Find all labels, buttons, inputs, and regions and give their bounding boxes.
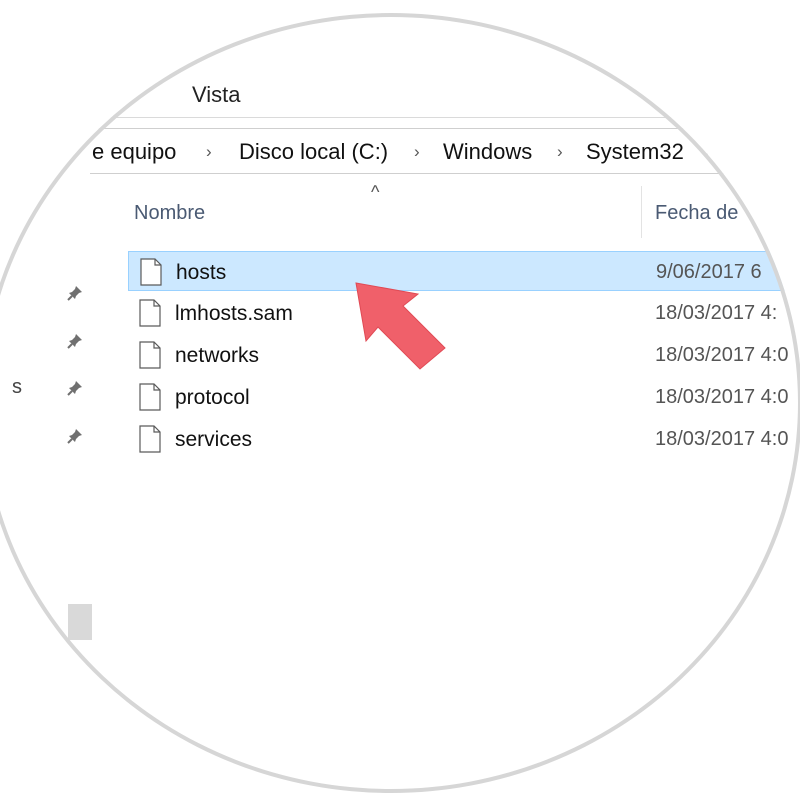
file-date: 18/03/2017 4:0 — [655, 386, 789, 408]
file-name: networks — [175, 344, 260, 367]
file-row-networks[interactable]: networks 18/03/2017 4:0 — [128, 335, 800, 375]
file-date: 18/03/2017 4:0 — [655, 428, 789, 450]
file-row-protocol[interactable]: protocol 18/03/2017 4:0 — [128, 377, 800, 417]
file-date: 9/06/2017 6 — [656, 261, 762, 283]
pin-icon[interactable] — [66, 284, 84, 302]
file-name: services — [175, 428, 253, 451]
file-date: 18/03/2017 4:0 — [655, 344, 789, 366]
file-name: protocol — [175, 386, 250, 409]
file-icon — [139, 383, 161, 411]
file-icon — [140, 258, 162, 286]
column-divider[interactable] — [641, 186, 642, 238]
explorer-window: Vista e equipo › Disco local (C:) › Wind… — [0, 13, 800, 793]
chevron-right-icon[interactable]: › — [557, 142, 563, 162]
file-date: 18/03/2017 4: — [655, 302, 778, 324]
breadcrumb-este-equipo[interactable]: e equipo — [92, 139, 176, 165]
file-row-services[interactable]: services 18/03/2017 4:0 — [128, 419, 800, 459]
column-header-name[interactable]: Nombre — [134, 202, 205, 225]
ribbon-divider — [0, 117, 800, 118]
column-header-date[interactable]: Fecha de — [655, 202, 738, 225]
breadcrumb-windows[interactable]: Windows — [443, 139, 532, 165]
pin-icon[interactable] — [66, 379, 84, 397]
breadcrumb-disco-local[interactable]: Disco local (C:) — [239, 139, 388, 165]
breadcrumb-system32[interactable]: System32 — [586, 139, 684, 165]
pointer-arrow-icon — [355, 282, 446, 370]
chevron-right-icon[interactable]: › — [414, 142, 420, 162]
address-bar-bottom-border — [90, 173, 800, 174]
chevron-right-icon[interactable]: › — [704, 142, 710, 162]
file-icon — [139, 299, 161, 327]
file-row-lmhosts[interactable]: lmhosts.sam 18/03/2017 4: — [128, 293, 800, 333]
address-bar-right-border — [728, 128, 729, 174]
chevron-right-icon[interactable]: › — [206, 142, 212, 162]
pin-icon[interactable] — [66, 427, 84, 445]
magnified-view: Vista e equipo › Disco local (C:) › Wind… — [0, 13, 800, 793]
file-row-hosts[interactable]: hosts 9/06/2017 6 — [128, 251, 800, 291]
nav-pane-text-fragment: s — [12, 376, 22, 398]
file-icon — [139, 341, 161, 369]
address-bar-top-border — [90, 128, 800, 129]
pin-icon[interactable] — [66, 332, 84, 350]
file-name: hosts — [176, 261, 227, 284]
file-icon — [139, 425, 161, 453]
sort-ascending-icon: ^ — [371, 182, 380, 202]
nav-pane-scrollbar-fragment — [68, 604, 92, 640]
file-name: lmhosts.sam — [175, 302, 293, 325]
tab-vista[interactable]: Vista — [192, 82, 241, 108]
